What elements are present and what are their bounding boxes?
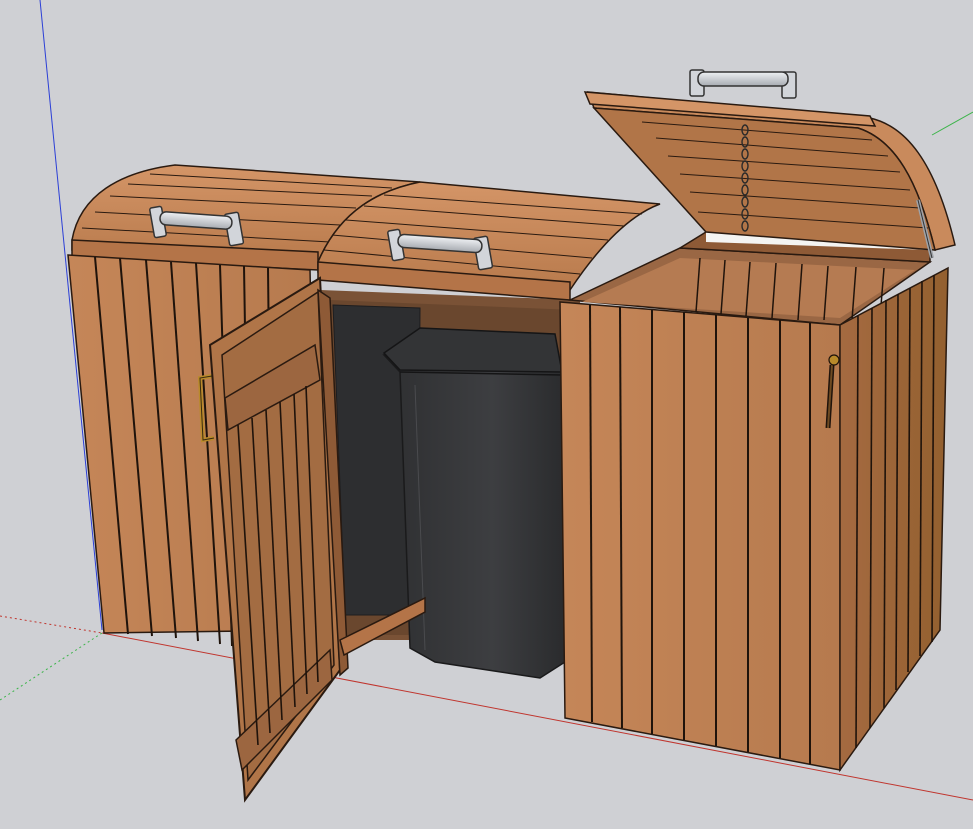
lid-handle-icon[interactable] [689, 69, 797, 99]
bin-lid[interactable] [382, 327, 563, 373]
right-open-lid[interactable] [583, 91, 956, 251]
right-side-panel [839, 266, 949, 773]
red-axis-dotted [0, 615, 103, 634]
middle-open-door[interactable] [208, 276, 349, 803]
front-wheelie-bin[interactable] [382, 327, 566, 679]
model-canvas[interactable] [0, 0, 973, 829]
right-front-panel [559, 301, 841, 771]
green-axis-dotted [0, 632, 103, 701]
modeling-viewport[interactable] [0, 0, 973, 829]
green-axis [931, 111, 973, 136]
